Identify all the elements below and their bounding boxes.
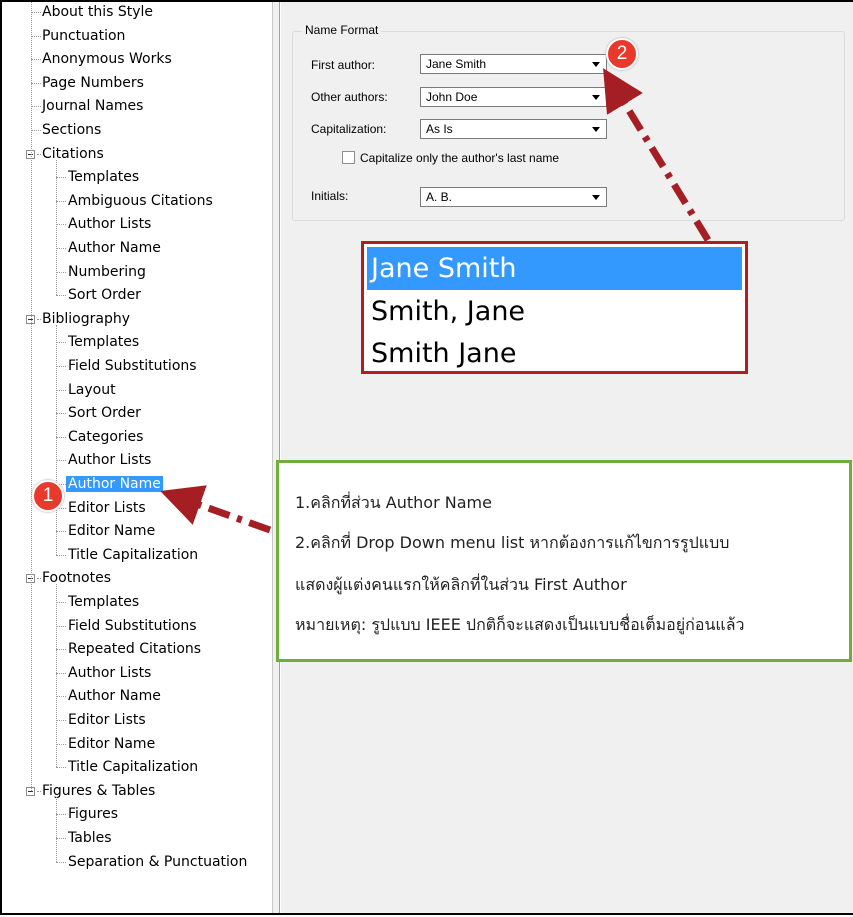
window-frame: About this Style Punctuation Anonymous Wor… xyxy=(0,0,853,915)
arrow-to-first-author-icon xyxy=(603,68,711,242)
step-1-badge: 1 xyxy=(32,480,64,512)
step-2-badge: 2 xyxy=(606,38,638,70)
annotation-arrows xyxy=(160,68,711,534)
arrow-to-author-name-icon xyxy=(160,485,272,534)
